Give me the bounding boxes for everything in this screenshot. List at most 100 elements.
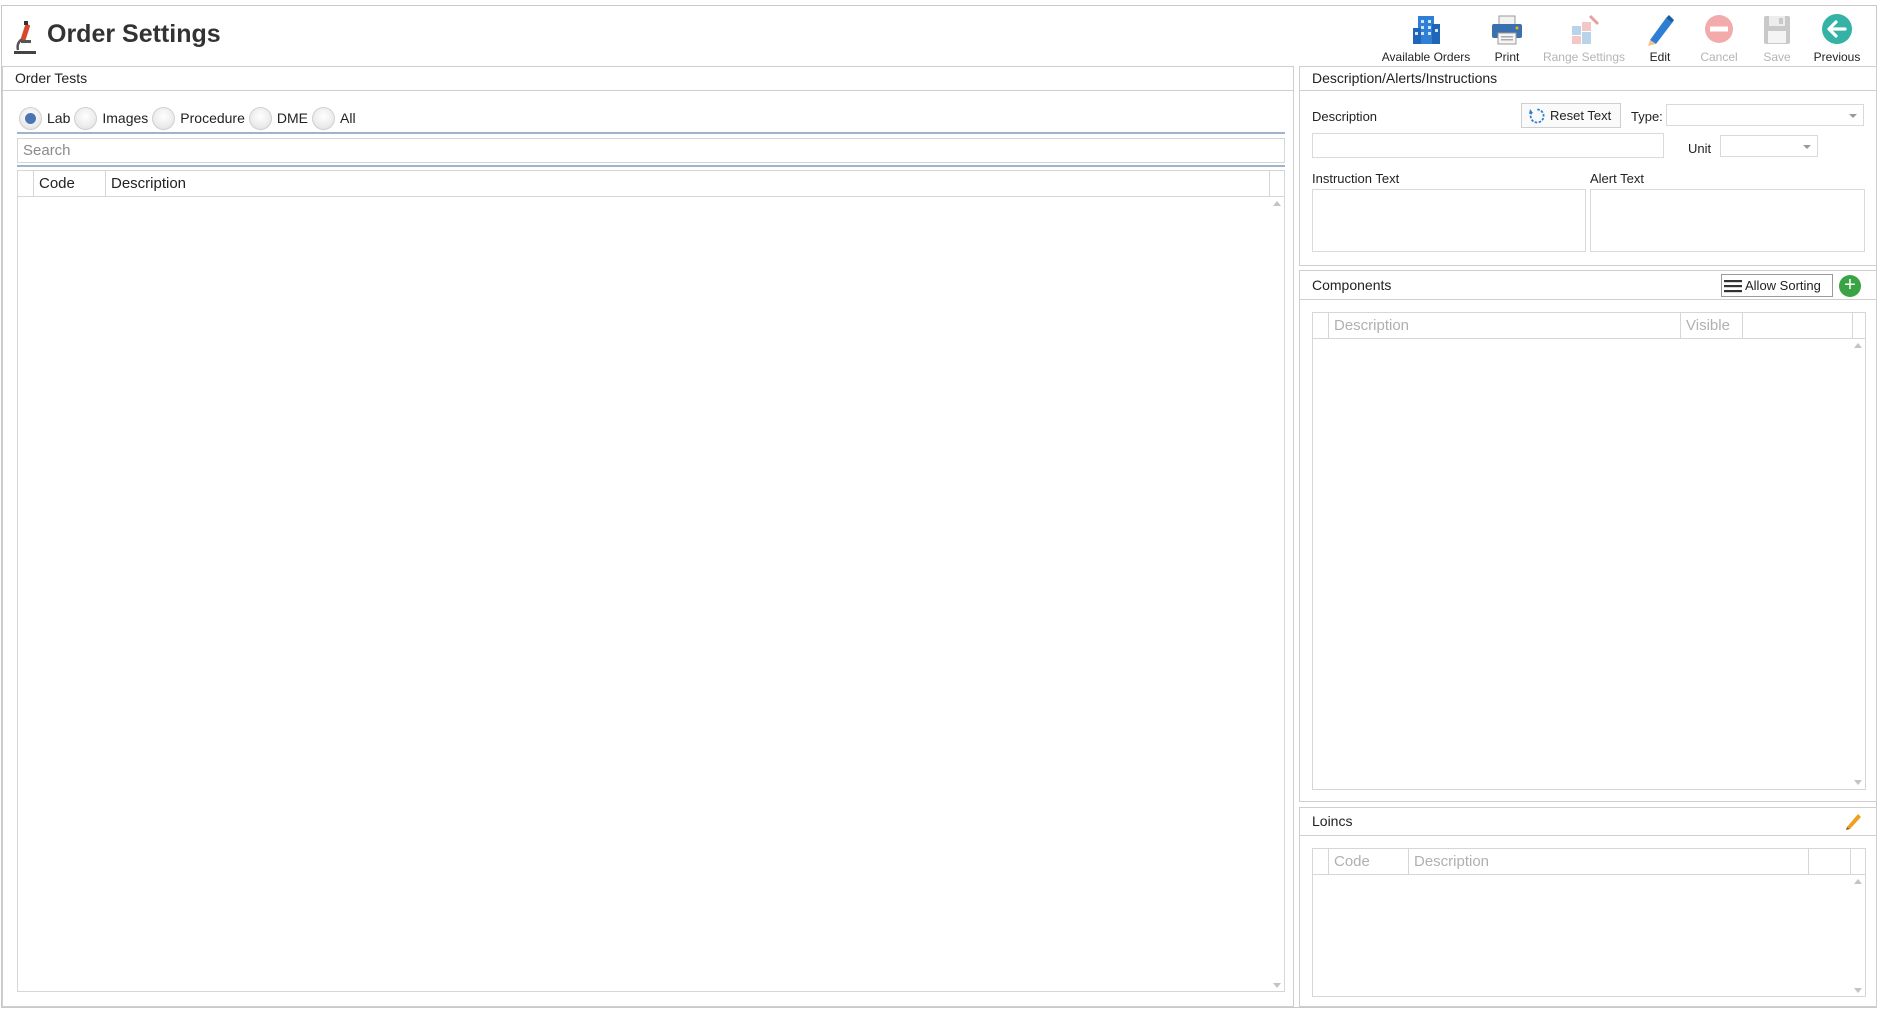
pencil-icon xyxy=(1648,15,1674,46)
radio-label: DME xyxy=(276,110,308,126)
toolbar: Available Orders Print Range Settings Ed… xyxy=(1376,8,1868,64)
scroll-down-icon[interactable] xyxy=(1854,988,1862,993)
order-type-filter: Lab Images Procedure DME All xyxy=(19,105,360,131)
radio-button[interactable] xyxy=(74,106,98,130)
header: Order Settings Available Orders Print Ra… xyxy=(2,6,1876,66)
scroll-up-icon[interactable] xyxy=(1273,201,1281,206)
available-orders-button[interactable]: Available Orders xyxy=(1376,8,1476,64)
row-selector-header xyxy=(1313,313,1329,338)
row-selector-header xyxy=(18,171,34,196)
alert-text-field[interactable] xyxy=(1590,189,1865,252)
reset-text-button[interactable]: Reset Text xyxy=(1521,103,1621,128)
radio-label: Lab xyxy=(47,110,71,126)
description-alerts-panel: Description/Alerts/Instructions Descript… xyxy=(1299,66,1877,266)
scroll-up-icon[interactable] xyxy=(1854,343,1862,348)
chevron-down-icon xyxy=(1803,145,1811,149)
column-header-description[interactable]: Description xyxy=(106,171,1270,196)
reset-icon xyxy=(1529,108,1545,123)
unit-dropdown[interactable] xyxy=(1720,135,1818,157)
type-dropdown[interactable] xyxy=(1666,104,1864,126)
grid-header: Code Description xyxy=(18,171,1284,197)
components-header: Components Allow Sorting + xyxy=(1300,271,1876,300)
column-header-description[interactable]: Description xyxy=(1329,313,1681,338)
radio-selected-dot xyxy=(25,112,36,124)
order-tests-grid: Code Description xyxy=(17,170,1285,992)
vertical-scrollbar[interactable] xyxy=(1270,198,1284,991)
column-header-visible[interactable]: Visible xyxy=(1681,313,1743,338)
reset-text-label: Reset Text xyxy=(1550,108,1612,123)
column-header-empty xyxy=(1809,849,1851,874)
order-tests-panel: Order Tests Lab Images Procedure DME All xyxy=(2,66,1294,1007)
order-tests-title: Order Tests xyxy=(3,67,1293,91)
row-selector-header xyxy=(1313,849,1329,874)
loincs-panel: Loincs Code Description xyxy=(1299,807,1877,1007)
print-label: Print xyxy=(1494,50,1520,64)
filter-radio-all[interactable]: All xyxy=(312,106,356,130)
radio-button[interactable] xyxy=(312,106,335,130)
floppy-disk-icon xyxy=(1764,16,1790,44)
allow-sorting-label: Allow Sorting xyxy=(1745,277,1821,293)
building-icon xyxy=(1413,16,1440,44)
description-panel-title: Description/Alerts/Instructions xyxy=(1300,67,1876,91)
grid-header: Description Visible xyxy=(1313,313,1865,339)
components-grid: Description Visible xyxy=(1312,312,1866,790)
type-label: Type: xyxy=(1631,109,1663,124)
scroll-down-icon[interactable] xyxy=(1273,983,1281,988)
add-component-button[interactable]: + xyxy=(1839,275,1861,297)
printer-icon xyxy=(1492,15,1522,45)
print-button[interactable]: Print xyxy=(1476,8,1538,64)
alert-text-label: Alert Text xyxy=(1590,171,1644,186)
loincs-grid: Code Description xyxy=(1312,848,1866,997)
previous-button[interactable]: Previous xyxy=(1806,8,1868,64)
edit-label: Edit xyxy=(1649,50,1671,64)
instruction-text-label: Instruction Text xyxy=(1312,171,1400,186)
components-title: Components xyxy=(1312,277,1392,293)
edit-button[interactable]: Edit xyxy=(1630,8,1690,64)
column-header-description[interactable]: Description xyxy=(1409,849,1809,874)
unit-label: Unit xyxy=(1688,141,1712,156)
column-header-code[interactable]: Code xyxy=(1329,849,1409,874)
instruction-text-field[interactable] xyxy=(1312,189,1586,252)
scroll-up-icon[interactable] xyxy=(1854,879,1862,884)
scroll-down-icon[interactable] xyxy=(1854,780,1862,785)
filter-radio-procedure[interactable]: Procedure xyxy=(152,106,245,130)
cancel-button[interactable]: Cancel xyxy=(1690,8,1748,64)
range-settings-button[interactable]: Range Settings xyxy=(1538,8,1630,64)
cancel-label: Cancel xyxy=(1700,50,1738,64)
save-button[interactable]: Save xyxy=(1748,8,1806,64)
filter-radio-images[interactable]: Images xyxy=(74,106,149,130)
column-header-code[interactable]: Code xyxy=(34,171,106,196)
chevron-down-icon xyxy=(1849,114,1857,118)
search-input[interactable] xyxy=(18,139,1284,162)
column-header-empty xyxy=(1743,313,1853,338)
loincs-header: Loincs xyxy=(1300,808,1876,836)
allow-sorting-button[interactable]: Allow Sorting xyxy=(1721,274,1833,297)
vertical-scrollbar[interactable] xyxy=(1851,876,1865,996)
order-settings-window: Order Settings Available Orders Print Ra… xyxy=(1,5,1877,1008)
edit-pencil-icon[interactable] xyxy=(1844,811,1864,831)
filter-divider xyxy=(17,132,1285,134)
save-label: Save xyxy=(1763,50,1791,64)
vertical-scrollbar[interactable] xyxy=(1851,340,1865,788)
page-title: Order Settings xyxy=(47,20,221,48)
loincs-title: Loincs xyxy=(1312,813,1353,829)
radio-label: Images xyxy=(102,110,149,126)
search-box xyxy=(17,138,1285,163)
arrow-left-circle-icon xyxy=(1822,14,1852,44)
list-icon xyxy=(1724,279,1742,292)
filter-radio-lab[interactable]: Lab xyxy=(19,106,71,130)
search-divider xyxy=(17,165,1285,167)
radio-button[interactable] xyxy=(19,106,42,130)
microscope-icon xyxy=(14,21,36,54)
components-panel: Components Allow Sorting + Description V… xyxy=(1299,270,1877,802)
radio-label: All xyxy=(340,110,356,126)
available-orders-label: Available Orders xyxy=(1381,50,1471,64)
radio-button[interactable] xyxy=(152,106,176,130)
radio-label: Procedure xyxy=(180,110,245,126)
description-field[interactable] xyxy=(1312,133,1664,158)
radio-button[interactable] xyxy=(248,106,272,130)
cancel-icon xyxy=(1705,15,1733,43)
range-settings-icon xyxy=(1572,14,1600,44)
filter-radio-dme[interactable]: DME xyxy=(248,106,308,130)
previous-label: Previous xyxy=(1813,50,1861,64)
